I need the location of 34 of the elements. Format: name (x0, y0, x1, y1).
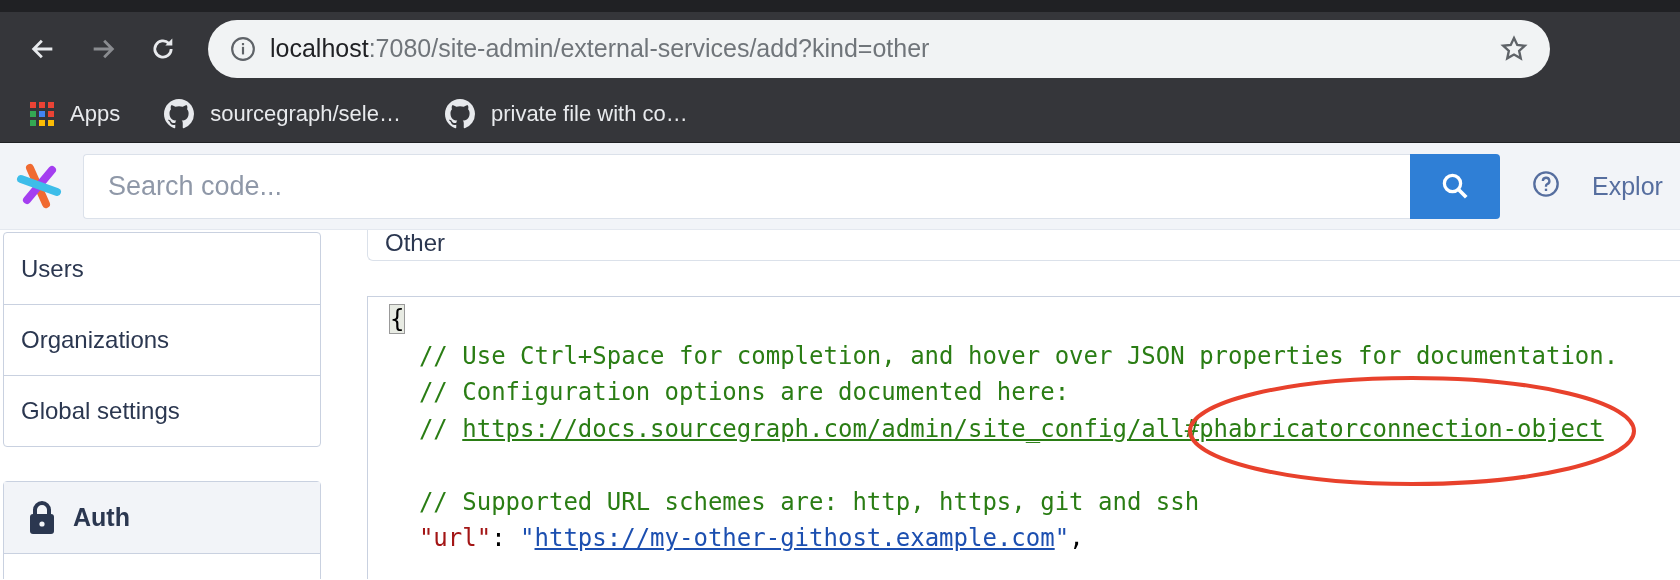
nav-link[interactable]: Explor (1592, 171, 1663, 201)
string-quote: " (520, 524, 535, 552)
address-bar[interactable]: localhost:7080/site-admin/external-services/add?kind=other (208, 19, 1550, 78)
star-icon (1500, 34, 1528, 63)
code-comment: // (417, 414, 449, 443)
bookmark[interactable]: sourcegraph/sele… (164, 98, 401, 129)
code-comment: // Supported URL schemes are: http, https, git and ssh (417, 487, 1200, 516)
search-icon (1440, 171, 1470, 201)
code-punctuation: : (491, 524, 507, 552)
code-punctuation: , (1069, 524, 1084, 552)
cat-logo-icon (164, 98, 195, 129)
card-title: Other (385, 230, 446, 257)
sidebar-item[interactable]: Global settings (4, 375, 320, 446)
logo-icon (16, 162, 62, 210)
json-key: "url" (390, 524, 492, 552)
section-title: Auth (73, 503, 130, 532)
search-button[interactable] (1410, 153, 1500, 219)
code-editor[interactable] (367, 296, 1680, 579)
string-quote: " (1054, 524, 1070, 552)
sidebar-item[interactable]: Users (4, 233, 320, 304)
code-link[interactable]: https://my-other-githost.example.com (534, 524, 1055, 552)
code-comment: // Configuration options are documented here: (417, 378, 1070, 406)
sidebar-item[interactable]: Organizations (4, 304, 320, 375)
bookmark[interactable]: Apps (30, 100, 121, 127)
bookmark[interactable]: private file with co… (444, 98, 688, 129)
code-comment: // Use Ctrl+Space for completion, and hover over JSON properties for documentation. (417, 341, 1619, 370)
lock-icon (29, 500, 55, 535)
info-icon (230, 35, 256, 62)
apps-grid-icon (30, 101, 54, 126)
matched-bracket: { (390, 305, 405, 333)
help-icon (1532, 170, 1560, 198)
address-url: localhost:7080/site-admin/external-services/add?kind=other (270, 34, 931, 63)
search-field[interactable]: Search code... (83, 153, 1410, 219)
cat-logo-icon (444, 98, 475, 129)
